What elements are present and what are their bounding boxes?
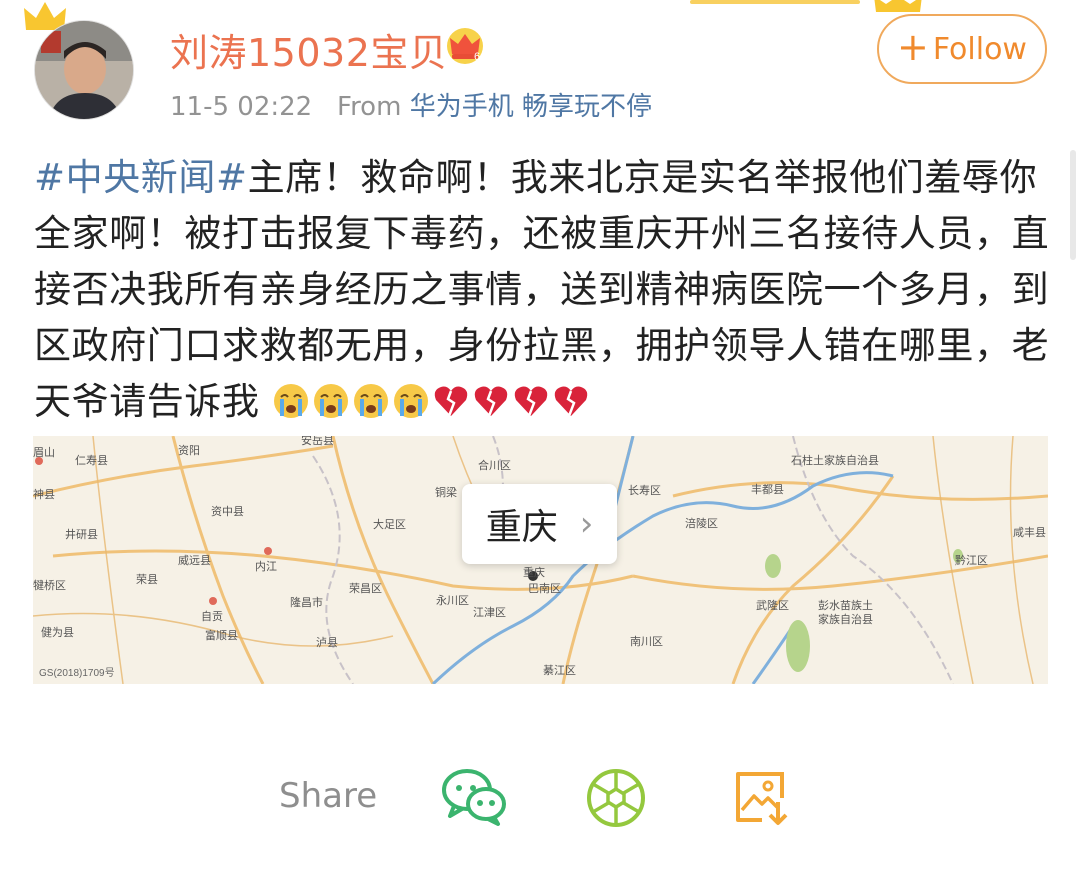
follow-label: Follow [932, 31, 1027, 67]
svg-text:重庆: 重庆 [523, 565, 545, 579]
post-meta: 11-5 02:22 From 华为手机 畅享玩不停 [170, 86, 652, 123]
broken-heart-icon [554, 386, 588, 417]
svg-text:隆昌市: 隆昌市 [290, 595, 323, 609]
svg-text:荣县: 荣县 [136, 573, 158, 586]
post-time: 11-5 02:22 [170, 92, 313, 122]
svg-text:泸县: 泸县 [316, 636, 338, 649]
svg-text:自贡: 自贡 [201, 610, 223, 623]
map-credit: GS(2018)1709号 [39, 667, 115, 679]
svg-text:犍桥区: 犍桥区 [33, 579, 66, 592]
svg-text:黔江区: 黔江区 [955, 553, 988, 567]
crying-face-icon [273, 384, 308, 418]
moments-icon[interactable] [585, 767, 647, 829]
crying-face-icon [353, 384, 388, 418]
username[interactable]: 刘涛15032宝贝 [170, 22, 447, 77]
crying-face-icon [313, 384, 348, 418]
avatar[interactable] [32, 18, 134, 120]
from-label: From [337, 92, 402, 122]
svg-text:健为县: 健为县 [41, 626, 74, 639]
svg-text:富顺县: 富顺县 [205, 628, 238, 642]
broken-heart-icon [514, 386, 548, 417]
svg-text:咸丰县: 咸丰县 [1013, 526, 1046, 539]
svg-text:长寿区: 长寿区 [628, 483, 661, 497]
svg-text:武隆区: 武隆区 [756, 598, 789, 612]
svg-text:合川区: 合川区 [478, 458, 511, 472]
emoji-row [260, 380, 592, 423]
svg-text:石柱土家族自治县: 石柱土家族自治县 [791, 453, 879, 467]
hashtag-link[interactable]: #中央新闻# [34, 156, 248, 199]
share-label: Share [279, 776, 378, 816]
vip-crown-icon: 6 [447, 28, 483, 64]
svg-text:铜梁: 铜梁 [435, 485, 457, 499]
svg-text:大足区: 大足区 [373, 517, 406, 531]
svg-text:巴南区: 巴南区 [528, 582, 561, 595]
map-location-card[interactable]: 重庆 › [462, 484, 617, 564]
svg-text:井研县: 井研县 [65, 527, 98, 541]
svg-text:彭水苗族土: 彭水苗族土 [818, 598, 873, 612]
post-source[interactable]: 华为手机 畅享玩不停 [410, 92, 652, 122]
follow-button[interactable]: + Follow [877, 14, 1047, 84]
svg-text:内江: 内江 [255, 559, 277, 573]
map-location-name: 重庆 [485, 507, 558, 548]
svg-text:江津区: 江津区 [473, 606, 506, 619]
svg-text:永川区: 永川区 [436, 593, 469, 607]
svg-text:安岳县: 安岳县 [301, 436, 334, 447]
svg-text:神县: 神县 [33, 487, 55, 501]
wechat-icon[interactable] [440, 766, 508, 826]
header-deco-line [690, 0, 860, 4]
chevron-right-icon: › [579, 504, 594, 544]
svg-text:资中县: 资中县 [211, 505, 244, 518]
broken-heart-icon [434, 386, 468, 417]
plus-icon: + [897, 25, 929, 69]
svg-text:丰都县: 丰都县 [751, 483, 784, 496]
broken-heart-icon [474, 386, 508, 417]
save-image-icon[interactable] [732, 770, 792, 826]
svg-text:涪陵区: 涪陵区 [685, 516, 718, 530]
svg-text:家族自治县: 家族自治县 [818, 612, 873, 626]
svg-text:仁寿县: 仁寿县 [75, 453, 108, 467]
svg-text:威远县: 威远县 [178, 554, 211, 567]
svg-text:6: 6 [474, 51, 480, 63]
svg-text:资阳: 资阳 [178, 444, 200, 457]
crying-face-icon [393, 384, 428, 418]
avatar-photo [34, 20, 134, 120]
svg-text:眉山: 眉山 [33, 446, 55, 459]
svg-text:綦江区: 綦江区 [543, 664, 576, 677]
svg-text:荣昌区: 荣昌区 [349, 582, 382, 595]
scrollbar[interactable] [1070, 150, 1076, 260]
post-body: #中央新闻#主席！救命啊！我来北京是实名举报他们羞辱你全家啊！被打击报复下毒药，… [34, 150, 1050, 430]
svg-text:南川区: 南川区 [630, 635, 663, 648]
